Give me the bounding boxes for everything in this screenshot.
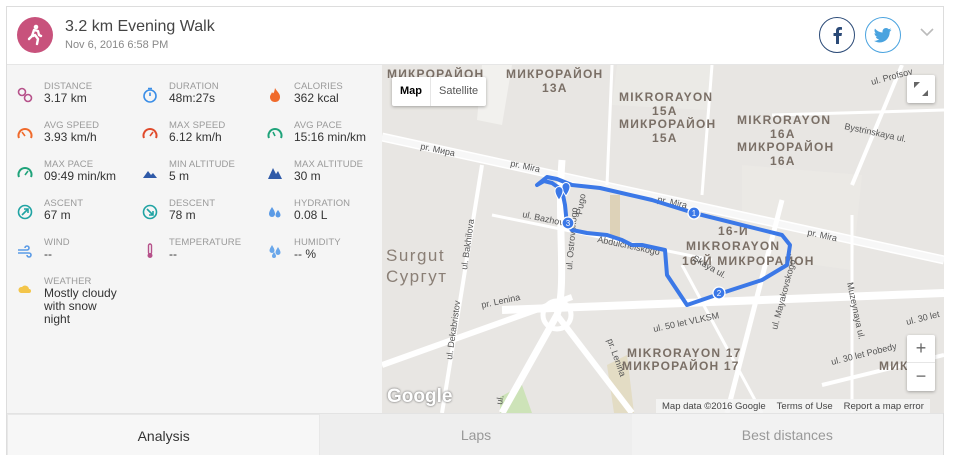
- map-label: MIKRORAYON: [737, 113, 831, 127]
- twitter-share-button[interactable]: [865, 17, 901, 53]
- map-type-satellite-button[interactable]: Satellite: [431, 77, 486, 106]
- route-map[interactable]: МИКРОРАЙОН МИКРОРАЙОН 13А MIKRORAYON 15A…: [382, 65, 944, 413]
- terms-of-use-link[interactable]: Terms of Use: [777, 401, 833, 412]
- stat-min-altitude: MIN ALTITUDE 5 m: [132, 149, 257, 185]
- stats-panel: DISTANCE 3.17 km DURATION 48m:27s CALORIES 36…: [7, 65, 382, 413]
- stat-value: 15:16 min/km: [294, 130, 367, 144]
- map-attribution: Map data ©2016 Google Terms of Use Repor…: [656, 399, 930, 413]
- stat-value: 3.17 km: [44, 91, 87, 105]
- stat-value: Mostly cloudy with snow night: [44, 286, 117, 326]
- facebook-icon: [833, 27, 842, 44]
- lap-marker-label: 2: [717, 289, 722, 298]
- lap-marker-label: 3: [566, 219, 571, 228]
- workout-date: Nov 6, 2016 6:58 PM: [65, 39, 169, 51]
- stat-ascent: ASCENT 67 m: [7, 188, 132, 224]
- map-label: MIKRORAYON: [619, 90, 713, 104]
- route-pin-icon: [17, 87, 33, 103]
- workout-title: 3.2 km Evening Walk: [65, 18, 215, 35]
- map-label: 16A: [770, 127, 796, 141]
- stat-max-altitude: MAX ALTITUDE 30 m: [257, 149, 382, 185]
- google-logo: Google: [387, 386, 453, 407]
- tab-laps[interactable]: Laps: [320, 414, 632, 455]
- tab-best-distances[interactable]: Best distances: [632, 414, 943, 455]
- mountain-high-icon: [267, 165, 283, 181]
- wind-icon: [17, 243, 33, 259]
- map-label: 13А: [542, 81, 568, 95]
- stat-distance: DISTANCE 3.17 km: [7, 71, 132, 107]
- map-label: МИКРОРАЙОН 17: [622, 358, 740, 373]
- map-label: MIKRORAYON 17: [627, 346, 742, 360]
- stat-value: 48m:27s: [169, 91, 216, 105]
- workout-header: 3.2 km Evening Walk Nov 6, 2016 6:58 PM: [7, 7, 943, 65]
- report-map-error-link[interactable]: Report a map error: [844, 401, 924, 412]
- map-label: MIKRORAYON: [686, 239, 780, 253]
- stat-label: TEMPERATURE: [169, 237, 242, 248]
- pace-gauge-icon: [267, 126, 283, 142]
- stat-temperature: TEMPERATURE --: [132, 227, 257, 263]
- stat-descent: DESCENT 78 m: [132, 188, 257, 224]
- map-type-map-button[interactable]: Map: [392, 77, 431, 106]
- stat-hydration: HYDRATION 0.08 L: [257, 188, 382, 224]
- water-drops-icon: [267, 204, 283, 220]
- speedometer-max-icon: [142, 126, 158, 142]
- tab-bar: Analysis Laps Best distances: [7, 413, 943, 455]
- map-data-credit: Map data ©2016 Google: [662, 400, 766, 412]
- stat-weather: WEATHER Mostly cloudy with snow night: [7, 266, 132, 326]
- workout-card: 3.2 km Evening Walk Nov 6, 2016 6:58 PM …: [6, 6, 944, 455]
- zoom-control: + −: [907, 335, 935, 391]
- stat-duration: DURATION 48m:27s: [132, 71, 257, 107]
- tab-analysis[interactable]: Analysis: [7, 414, 321, 455]
- stat-humidity: HUMIDITY -- %: [257, 227, 382, 263]
- speedometer-icon: [17, 126, 33, 142]
- stat-wind: WIND --: [7, 227, 132, 263]
- city-label: Surgut: [386, 246, 445, 265]
- mountain-low-icon: [142, 165, 158, 181]
- map-label: МИКРОРАЙОН: [737, 139, 834, 154]
- map-label: 15А: [652, 131, 678, 145]
- stat-calories: CALORIES 362 kcal: [257, 71, 382, 107]
- stat-max-pace: MAX PACE 09:49 min/km: [7, 149, 132, 185]
- stat-value: 67 m: [44, 208, 71, 222]
- map-label: МИКРОРАЙОН: [506, 66, 603, 81]
- stat-avg-speed: AVG SPEED 3.93 km/h: [7, 110, 132, 146]
- stat-value: 6.12 km/h: [169, 130, 222, 144]
- thermometer-icon: [142, 243, 158, 259]
- map-canvas: МИКРОРАЙОН МИКРОРАЙОН 13А MIKRORAYON 15A…: [382, 65, 944, 413]
- humidity-icon: [267, 243, 283, 259]
- twitter-icon: [874, 27, 892, 42]
- street-label: ul.: [494, 394, 506, 405]
- weather-cloud-snow-icon: [17, 282, 33, 298]
- facebook-share-button[interactable]: [819, 17, 855, 53]
- fullscreen-icon: [914, 82, 928, 96]
- stat-value: 362 kcal: [294, 91, 339, 105]
- map-label: 15A: [652, 104, 678, 118]
- map-label: МИКРОРАЙОН: [619, 116, 716, 131]
- stat-value: 0.08 L: [294, 208, 328, 222]
- flame-icon: [267, 87, 283, 103]
- stat-value: --: [169, 247, 177, 261]
- walking-person-icon: [17, 17, 53, 53]
- stat-value: 78 m: [169, 208, 196, 222]
- map-type-control: Map Satellite: [392, 77, 487, 106]
- stopwatch-icon: [142, 87, 158, 103]
- stat-value: --: [44, 247, 52, 261]
- stat-max-speed: MAX SPEED 6.12 km/h: [132, 110, 257, 146]
- stat-value: 30 m: [294, 169, 321, 183]
- zoom-in-button[interactable]: +: [907, 335, 935, 363]
- fullscreen-button[interactable]: [907, 75, 935, 103]
- stat-value: -- %: [294, 247, 316, 261]
- map-label: 16А: [770, 154, 796, 168]
- chevron-down-icon[interactable]: [920, 24, 934, 42]
- stat-value: 5 m: [169, 169, 190, 183]
- stat-value: 3.93 km/h: [44, 130, 97, 144]
- pace-gauge-max-icon: [17, 165, 33, 181]
- ascent-icon: [17, 204, 33, 220]
- city-label: Сургут: [386, 267, 448, 286]
- descent-icon: [142, 204, 158, 220]
- stat-value: 09:49 min/km: [44, 169, 117, 183]
- zoom-out-button[interactable]: −: [907, 363, 935, 391]
- stat-avg-pace: AVG PACE 15:16 min/km: [257, 110, 382, 146]
- lap-marker-label: 1: [692, 209, 697, 218]
